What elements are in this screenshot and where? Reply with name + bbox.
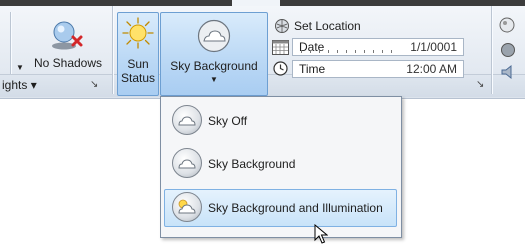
mouse-cursor-icon	[314, 224, 328, 244]
sky-off-icon	[172, 105, 202, 135]
globe-location-icon[interactable]	[274, 18, 290, 34]
date-slider[interactable]: Date 1/1/0001	[292, 38, 464, 56]
sky-background-label: Sky Background	[170, 59, 258, 73]
clock-icon	[273, 61, 288, 76]
menu-item-label: Sky Background and Illumination	[208, 201, 383, 215]
ribbon: ▼ No Shadows Sun Status Sky Background ▼…	[0, 6, 525, 99]
sun-panel-launcher-icon[interactable]: ↘	[476, 79, 484, 90]
speaker-icon[interactable]	[500, 64, 516, 80]
sky-background-menu: Sky Off Sky Background Sky Background an…	[160, 96, 402, 238]
sun-status-label-line2: Status	[120, 71, 156, 85]
sun-icon	[122, 17, 154, 49]
menu-item-sky-off[interactable]: Sky Off	[164, 102, 397, 140]
separator	[491, 6, 492, 94]
chevron-down-icon[interactable]: ▼	[16, 63, 24, 72]
shadow-off-icon	[52, 21, 83, 50]
separator	[10, 12, 11, 74]
time-value: 12:00 AM	[406, 62, 457, 76]
sky-background-button[interactable]: Sky Background ▼	[160, 12, 268, 96]
no-shadows-button[interactable]: No Shadows	[30, 14, 106, 74]
sun-status-button[interactable]: Sun Status	[117, 12, 159, 96]
lights-panel-label: ights	[2, 78, 28, 92]
sun-status-label-line1: Sun	[127, 57, 149, 71]
chevron-down-icon: ▼	[210, 75, 218, 84]
lights-panel-dropdown-icon: ▾	[30, 78, 37, 92]
calendar-icon	[272, 40, 289, 55]
menu-item-sky-background-illumination[interactable]: Sky Background and Illumination	[164, 189, 397, 227]
sky-icon	[197, 19, 231, 53]
lights-panel-launcher-icon[interactable]: ↘	[90, 79, 98, 90]
set-location-label[interactable]: Set Location	[294, 19, 361, 33]
render-region-icon[interactable]	[498, 16, 516, 34]
sky-illumination-icon	[172, 192, 202, 222]
time-label: Time	[299, 62, 326, 76]
time-slider[interactable]: Time 12:00 AM	[292, 60, 464, 78]
date-value: 1/1/0001	[410, 40, 457, 54]
sky-background-icon	[172, 148, 202, 178]
date-slider-ticks	[301, 50, 393, 53]
no-shadows-label: No Shadows	[33, 56, 103, 70]
sphere-icon[interactable]	[500, 42, 516, 58]
separator	[112, 6, 113, 94]
menu-item-sky-background[interactable]: Sky Background	[164, 145, 397, 183]
menu-item-label: Sky Off	[208, 114, 248, 128]
menu-item-label: Sky Background	[208, 157, 296, 171]
lights-panel-title[interactable]: ights ▾	[2, 78, 37, 92]
